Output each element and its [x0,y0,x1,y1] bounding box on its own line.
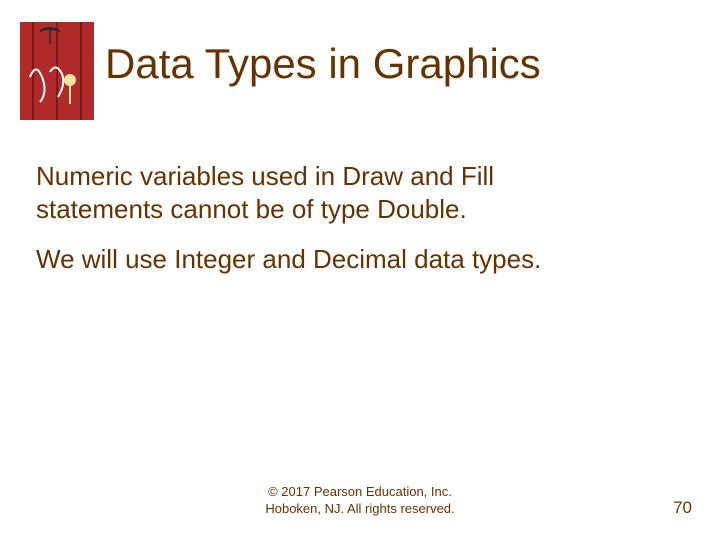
para1-line1: Numeric variables used in Draw and Fill [36,161,494,191]
footer-line2: Hoboken, NJ. All rights reserved. [265,501,454,516]
para1-line2: statements cannot be of type Double. [36,194,467,224]
page-number: 70 [673,498,692,518]
copyright-footer: © 2017 Pearson Education, Inc. Hoboken, … [0,484,720,518]
book-cover-logo [20,22,94,120]
paragraph-1: Numeric variables used in Draw and Fill … [36,160,494,225]
slide-title: Data Types in Graphics [105,40,541,88]
footer-line1: © 2017 Pearson Education, Inc. [268,484,452,499]
paragraph-2: We will use Integer and Decimal data typ… [36,243,541,276]
